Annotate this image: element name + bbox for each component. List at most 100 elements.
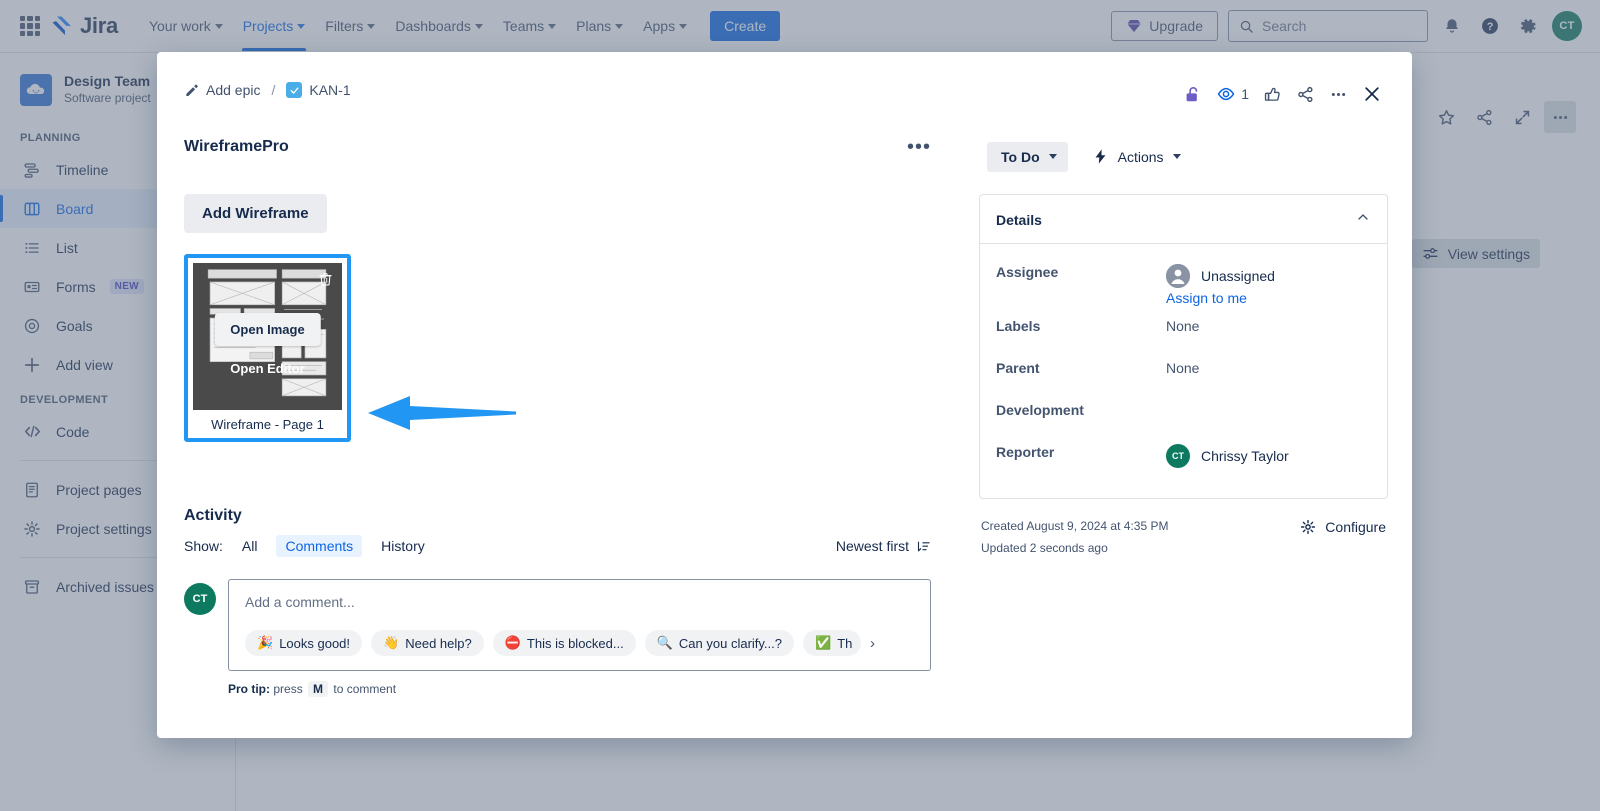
eye-icon [1217,87,1235,101]
issue-key-link[interactable]: KAN-1 [286,82,351,98]
watchers-button[interactable]: 1 [1216,84,1249,104]
details-body: Assignee Unassigned Assign to me Labels … [980,244,1387,498]
quick-reply-chips: 🎉 Looks good! 👋 Need help? ⛔ This is blo [245,630,916,656]
pro-tip: Pro tip: press M to comment [184,681,931,697]
delete-wireframe-icon[interactable] [318,271,333,292]
activity-tab-all[interactable]: All [233,535,267,557]
activity-tab-history[interactable]: History [372,535,434,557]
add-epic-label: Add epic [206,82,261,98]
configure-label: Configure [1325,519,1386,535]
pro-tip-mid: press [273,682,303,696]
comment-placeholder: Add a comment... [245,594,355,610]
more-actions-button[interactable] [1329,85,1348,104]
activity-section: Activity Show: All Comments History Newe… [184,507,957,697]
assignee-label: Assignee [996,264,1059,280]
chip-need-help[interactable]: 👋 Need help? [371,630,484,656]
chevron-down-icon [1172,154,1181,159]
details-header[interactable]: Details [980,195,1387,244]
modal-action-icons: 1 [1183,82,1382,104]
reporter-avatar: CT [1166,444,1190,468]
watch-count: 1 [1241,86,1249,102]
chip-thanks-truncated[interactable]: ✅ Th [803,630,862,656]
chip-emoji: 👋 [383,635,400,650]
close-modal-button[interactable] [1362,84,1382,104]
issue-timestamps: Created August 9, 2024 at 4:35 PM Update… [981,515,1168,559]
avatar-placeholder-icon [1166,264,1190,288]
comment-composer-row: CT Add a comment... 🎉 Looks good! 👋 Need… [184,579,931,671]
gear-icon [1301,519,1316,535]
wireframe-thumbnail[interactable]: Open Image Open Editor [193,263,342,410]
close-icon [1365,87,1379,101]
open-editor-button[interactable]: Open Editor [230,361,304,376]
assignee-value[interactable]: Unassigned [1166,258,1275,288]
pencil-icon [186,84,198,96]
reporter-name: Chrissy Taylor [1201,448,1289,464]
chip-label: Can you clarify...? [678,635,783,651]
pro-tip-prefix: Pro tip: [228,682,270,696]
configure-button[interactable]: Configure [1300,515,1386,535]
modal-body: WireframePro ••• Add Wireframe Open Imag… [157,124,1412,738]
development-label: Development [996,402,1084,418]
activity-sort-label: Newest first [835,538,909,554]
app-panel-more-button[interactable]: ••• [907,137,931,157]
more-horizontal-icon [1331,92,1346,96]
detail-row-development: Development [996,396,1371,432]
issue-detail-modal: Add epic / KAN-1 1 WireframePro ••• Add … [157,52,1412,738]
add-epic-button[interactable]: Add epic [184,82,260,98]
chip-can-you-clarify[interactable]: 🔍 Can you clarify...? [644,630,795,656]
chip-label: Th [837,635,853,651]
parent-value[interactable]: None [1166,354,1199,376]
comment-avatar: CT [184,583,216,615]
chips-next-icon[interactable]: › [870,635,875,652]
reporter-label: Reporter [996,444,1055,460]
app-panel-title: WireframePro [184,138,289,155]
sort-descending-icon [917,541,930,551]
unlock-icon [1186,86,1198,101]
chip-looks-good[interactable]: 🎉 Looks good! [245,630,363,656]
pro-tip-suffix: to comment [333,682,397,696]
activity-show-label: Show: [184,538,223,554]
activity-filter-row: Show: All Comments History Newest first [184,535,931,557]
chip-label: This is blocked... [526,635,624,651]
status-label: To Do [1001,148,1040,165]
comment-input[interactable]: Add a comment... 🎉 Looks good! 👋 Need he… [228,579,931,671]
activity-tab-comments[interactable]: Comments [276,535,363,557]
actions-dropdown[interactable]: Actions [1084,141,1189,172]
assignee-name: Unassigned [1201,268,1275,284]
chip-this-is-blocked[interactable]: ⛔ This is blocked... [492,630,636,656]
breadcrumb: Add epic / KAN-1 [184,82,351,98]
labels-value[interactable]: None [1166,312,1199,334]
assign-to-me-link[interactable]: Assign to me [1166,290,1275,306]
labels-label: Labels [996,318,1041,334]
share-icon [1298,86,1313,102]
open-image-button[interactable]: Open Image [214,313,321,346]
chip-emoji: ✅ [815,635,832,650]
issue-key-label: KAN-1 [309,82,351,98]
details-title: Details [996,211,1042,228]
reporter-value[interactable]: CT Chrissy Taylor [1166,438,1289,468]
status-dropdown[interactable]: To Do [987,141,1068,172]
lightning-icon [1095,149,1106,164]
vote-button[interactable] [1263,85,1282,104]
share-issue-button[interactable] [1296,85,1315,104]
detail-row-reporter: Reporter CT Chrissy Taylor [996,438,1371,474]
breadcrumb-separator: / [271,82,276,98]
chip-emoji: 🔍 [656,635,673,650]
jira-app: Jira Your work Projects [0,0,1600,811]
thumbs-up-icon [1264,87,1280,101]
task-type-icon [286,82,303,98]
app-panel-header: WireframePro ••• [184,137,957,157]
wireframe-card[interactable]: Open Image Open Editor Wireframe - Page … [184,254,351,442]
details-collapse-icon[interactable] [1355,209,1371,230]
activity-sort-button[interactable]: Newest first [836,538,931,554]
restrict-access-button[interactable] [1183,85,1202,104]
modal-left-column: WireframePro ••• Add Wireframe Open Imag… [157,124,957,738]
created-text: Created August 9, 2024 at 4:35 PM [981,519,1169,533]
chip-label: Looks good! [279,635,351,651]
modal-right-column: To Do Actions Details Assignee Unassigne… [957,124,1412,738]
assignee-value-group: Unassigned Assign to me [1166,258,1275,306]
chip-label: Need help? [405,635,472,651]
add-wireframe-button[interactable]: Add Wireframe [184,194,327,233]
actions-label: Actions [1117,148,1164,165]
chevron-down-icon [1048,154,1057,159]
